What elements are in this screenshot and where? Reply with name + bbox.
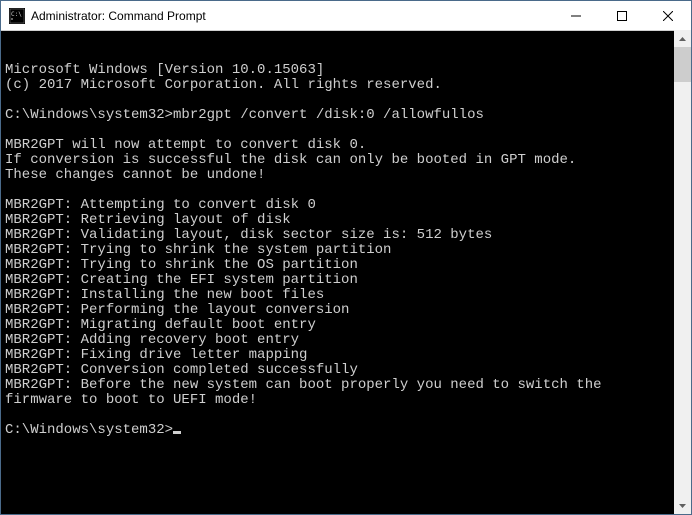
terminal-line: MBR2GPT will now attempt to convert disk… <box>5 138 670 153</box>
terminal-line: MBR2GPT: Installing the new boot files <box>5 288 670 303</box>
scroll-down-button[interactable] <box>674 497 691 514</box>
terminal-line: MBR2GPT: Performing the layout conversio… <box>5 303 670 318</box>
terminal-line: These changes cannot be undone! <box>5 168 670 183</box>
close-button[interactable] <box>645 1 691 30</box>
terminal-line <box>5 183 670 198</box>
titlebar[interactable]: C:\ Administrator: Command Prompt <box>1 1 691 31</box>
minimize-button[interactable] <box>553 1 599 30</box>
terminal-line <box>5 123 670 138</box>
terminal-line: MBR2GPT: Trying to shrink the OS partiti… <box>5 258 670 273</box>
cursor <box>173 431 181 434</box>
cmd-icon: C:\ <box>9 8 25 24</box>
terminal-line <box>5 408 670 423</box>
maximize-button[interactable] <box>599 1 645 30</box>
terminal-line: Microsoft Windows [Version 10.0.15063] <box>5 63 670 78</box>
command-prompt-window: C:\ Administrator: Command Prompt Micros… <box>0 0 692 515</box>
terminal-line: MBR2GPT: Validating layout, disk sector … <box>5 228 670 243</box>
scrollbar-thumb[interactable] <box>674 47 691 82</box>
svg-text:C:\: C:\ <box>11 11 22 18</box>
terminal-line: MBR2GPT: Creating the EFI system partiti… <box>5 273 670 288</box>
maximize-icon <box>617 11 627 21</box>
terminal-line: MBR2GPT: Attempting to convert disk 0 <box>5 198 670 213</box>
terminal-line: MBR2GPT: Fixing drive letter mapping <box>5 348 670 363</box>
terminal-line: MBR2GPT: Migrating default boot entry <box>5 318 670 333</box>
scrollbar-track[interactable] <box>674 47 691 497</box>
terminal-line: If conversion is successful the disk can… <box>5 153 670 168</box>
window-title: Administrator: Command Prompt <box>31 9 553 23</box>
chevron-up-icon <box>679 37 686 41</box>
terminal-line: MBR2GPT: Retrieving layout of disk <box>5 213 670 228</box>
minimize-icon <box>571 11 581 21</box>
prompt-text: C:\Windows\system32> <box>5 422 173 438</box>
terminal-line <box>5 93 670 108</box>
chevron-down-icon <box>679 504 686 508</box>
terminal-line: (c) 2017 Microsoft Corporation. All righ… <box>5 78 670 93</box>
close-icon <box>663 11 673 21</box>
terminal-line: MBR2GPT: Adding recovery boot entry <box>5 333 670 348</box>
terminal-prompt[interactable]: C:\Windows\system32> <box>5 423 670 438</box>
terminal-line: MBR2GPT: Trying to shrink the system par… <box>5 243 670 258</box>
terminal-output[interactable]: Microsoft Windows [Version 10.0.15063](c… <box>1 31 674 514</box>
terminal-line: C:\Windows\system32>mbr2gpt /convert /di… <box>5 108 670 123</box>
window-controls <box>553 1 691 30</box>
terminal-line: MBR2GPT: Conversion completed successful… <box>5 363 670 378</box>
scroll-up-button[interactable] <box>674 30 691 47</box>
vertical-scrollbar[interactable] <box>674 30 691 514</box>
terminal-line: MBR2GPT: Before the new system can boot … <box>5 378 670 408</box>
